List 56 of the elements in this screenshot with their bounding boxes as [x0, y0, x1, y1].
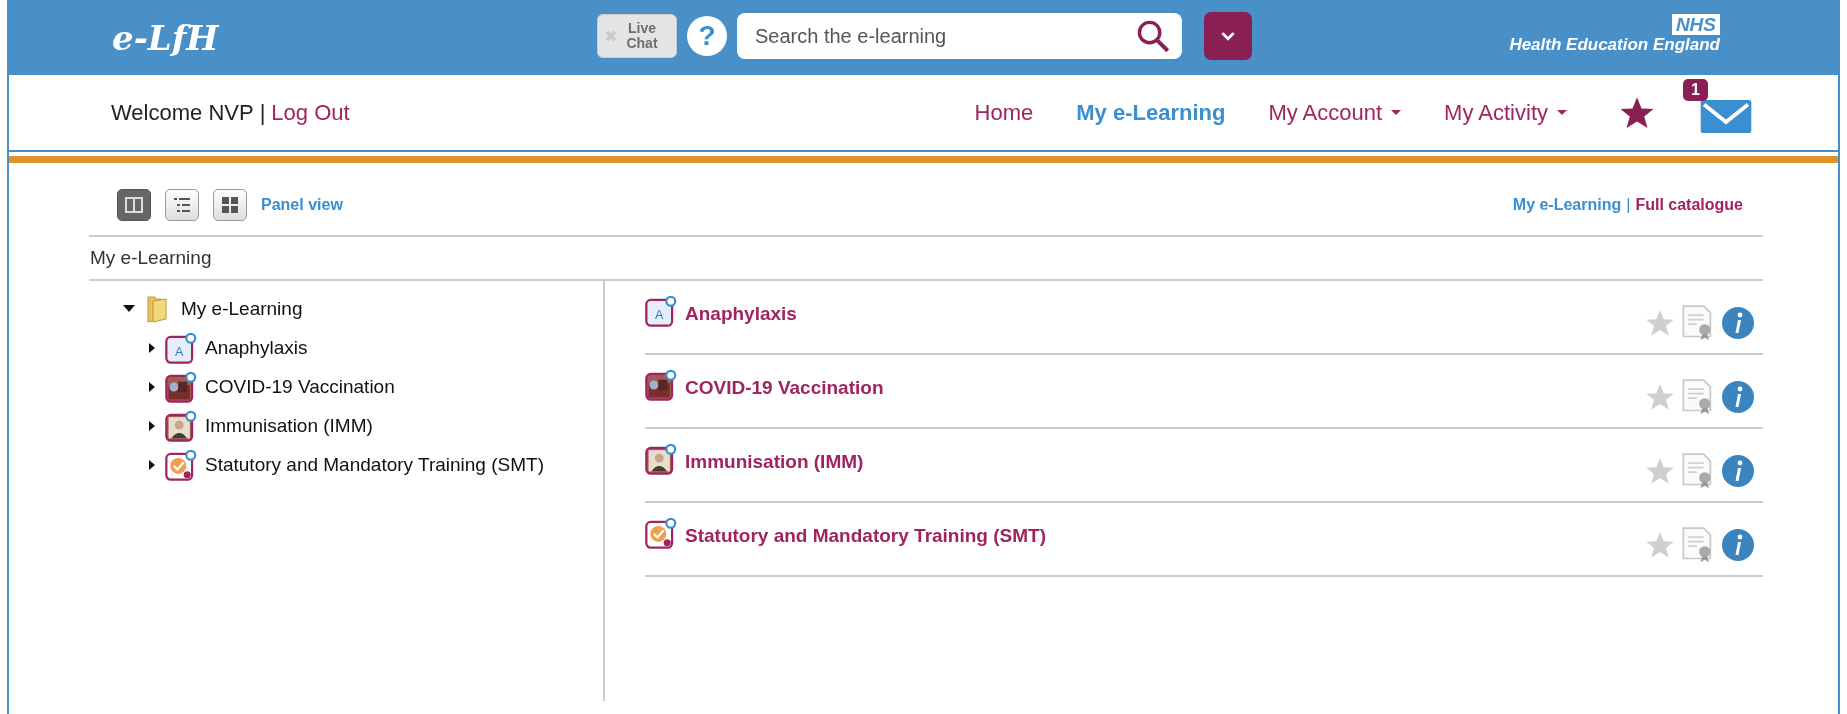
- columns-icon: [124, 195, 144, 215]
- info-icon[interactable]: [1721, 380, 1755, 414]
- tree-item[interactable]: Statutory and Mandatory Training (SMT): [205, 453, 544, 476]
- live-chat-button[interactable]: Live Chat: [597, 14, 677, 58]
- star-icon[interactable]: [1645, 530, 1675, 560]
- expand-toggle-icon[interactable]: [123, 305, 135, 312]
- tree-item[interactable]: COVID-19 Vaccination: [205, 375, 395, 398]
- photo-course-icon: [165, 370, 197, 403]
- info-icon[interactable]: [1721, 528, 1755, 562]
- nav-link[interactable]: My Account: [1268, 99, 1402, 126]
- course-link[interactable]: Immunisation (IMM): [685, 451, 1645, 473]
- view-label: Panel view: [261, 196, 343, 214]
- caret-icon: [1221, 31, 1235, 41]
- list-view-button[interactable]: [165, 189, 199, 221]
- expand-toggle-icon[interactable]: [149, 381, 155, 392]
- breadcrumb: My e-Learning: [89, 237, 1763, 281]
- star-icon[interactable]: [1645, 456, 1675, 486]
- list-icon: [172, 195, 192, 215]
- folder-icon: [147, 294, 167, 323]
- checkmark-course-icon: [165, 448, 197, 481]
- welcome-text: Welcome NVP: [111, 99, 254, 126]
- panel-view-button[interactable]: [117, 189, 151, 221]
- tree-item[interactable]: Anaphylaxis: [205, 336, 308, 359]
- nav-link[interactable]: Home: [974, 99, 1034, 126]
- tree-item[interactable]: My e-Learning: [181, 297, 303, 320]
- photo-course-icon: [645, 369, 677, 401]
- expand-toggle-icon[interactable]: [149, 459, 155, 470]
- separator-text: |: [1626, 196, 1631, 214]
- info-icon[interactable]: [1721, 306, 1755, 340]
- catalogue-link[interactable]: Full catalogue: [1635, 196, 1743, 214]
- envelope-icon[interactable]: [1700, 99, 1752, 133]
- star-icon[interactable]: [1645, 382, 1675, 412]
- photo-course-icon: [645, 443, 677, 475]
- close-icon: [604, 29, 618, 43]
- logout-link[interactable]: Log Out: [271, 99, 350, 126]
- info-icon[interactable]: [1721, 454, 1755, 488]
- tree-item[interactable]: Immunisation (IMM): [205, 414, 373, 437]
- search-icon[interactable]: [1136, 19, 1170, 53]
- brand-badge: NHS: [1671, 14, 1720, 35]
- message-count-badge: 1: [1683, 78, 1708, 101]
- nav-link[interactable]: My Activity: [1444, 99, 1567, 126]
- grid-icon: [220, 195, 240, 215]
- search-options-button[interactable]: [1204, 12, 1252, 60]
- course-link[interactable]: Statutory and Mandatory Training (SMT): [685, 525, 1645, 547]
- separator-text: |: [259, 99, 266, 126]
- expand-toggle-icon[interactable]: [149, 420, 155, 431]
- search-field[interactable]: Search the e-learning: [737, 13, 1182, 59]
- brand-name: Health Education England: [1509, 35, 1720, 55]
- expand-toggle-icon[interactable]: [149, 342, 155, 353]
- course-link[interactable]: Anaphylaxis: [685, 303, 1645, 325]
- letter-course-icon: A: [645, 295, 677, 327]
- star-icon[interactable]: [1645, 308, 1675, 338]
- photo-course-icon: [165, 409, 197, 442]
- course-link[interactable]: COVID-19 Vaccination: [685, 377, 1645, 399]
- checkmark-course-icon: [645, 517, 677, 549]
- grid-view-button[interactable]: [213, 189, 247, 221]
